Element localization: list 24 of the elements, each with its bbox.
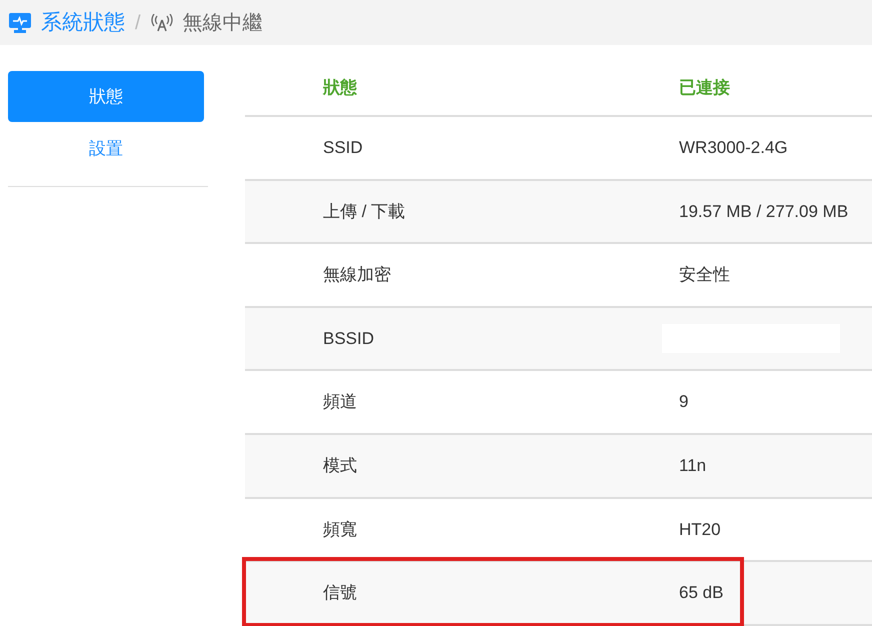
antenna-icon	[150, 14, 173, 32]
sidebar-item[interactable]: 設置	[8, 122, 204, 176]
field-value: 11n	[679, 456, 706, 476]
field-label: 頻道	[323, 392, 357, 412]
page-title: 無線中繼	[182, 10, 263, 36]
field-value: 19.57 MB / 277.09 MB	[679, 202, 848, 221]
field-label: 模式	[323, 456, 357, 476]
breadcrumb-link[interactable]: 系統狀態	[41, 6, 125, 38]
field-label: 無線加密	[323, 265, 391, 284]
field-label: 信號	[323, 583, 357, 602]
field-value: 65 dB	[679, 583, 724, 602]
header-label: 狀態	[323, 78, 357, 97]
sidebar-item[interactable]: 狀態	[8, 71, 204, 122]
header-value: 已連接	[679, 78, 730, 97]
field-label: BSSID	[323, 328, 374, 348]
field-value: 安全性	[679, 265, 730, 284]
field-label: SSID	[323, 138, 363, 158]
field-value: WR3000-2.4G	[679, 138, 788, 158]
field-value: 9	[679, 392, 688, 412]
breadcrumb-separator: /	[135, 10, 141, 36]
field-label: 上傳 / 下載	[323, 202, 406, 221]
field-value: HT20	[679, 520, 721, 539]
field-label: 頻寬	[323, 520, 357, 539]
monitor-icon	[9, 12, 31, 32]
